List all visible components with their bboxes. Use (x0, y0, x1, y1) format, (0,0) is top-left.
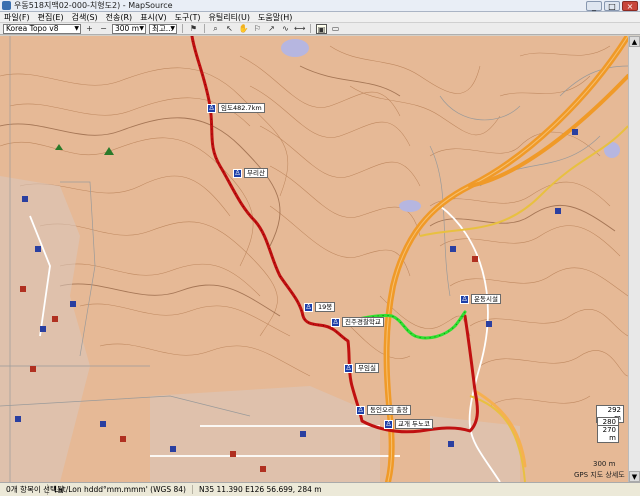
chevron-down-icon: ▼ (74, 24, 79, 32)
hiker-icon: ♙ (304, 302, 313, 312)
map-select-tool-icon[interactable]: ▣ (316, 23, 327, 34)
waypoint-6[interactable]: ♙ 동인오리 출장 (356, 405, 411, 415)
coordinate-format: Lat/Lon hddd°mm.mmm' (WGS 84) (48, 485, 193, 494)
map-layer (0, 36, 628, 482)
index-contours (0, 65, 616, 317)
waypoint-2[interactable]: ♙ 부리산 (233, 168, 268, 178)
menu-bar: 파일(F) 편집(E) 검색(S) 전송(R) 표시(V) 도구(T) 유틸리티… (0, 12, 640, 23)
zoom-level-value: 300 m (115, 23, 140, 33)
hiker-icon: ♙ (207, 103, 216, 113)
flag-icon[interactable]: ⚑ (188, 24, 199, 34)
title-bar: 우동518지맥02-000-치형도2) - MapSource _ □ × (0, 0, 640, 12)
map-product-value: Korea Topo v8 (6, 23, 59, 33)
hiker-icon: ♙ (344, 363, 353, 373)
menu-tools[interactable]: 도구(T) (171, 12, 205, 23)
waypoint-label: 무임실 (355, 363, 379, 373)
map-canvas[interactable]: ♙ 임도482.7km ♙ 부리산 ♙ 19봉 ♙ 진주경찰학교 ♙ 무임실 ♙… (0, 36, 628, 482)
water-bodies (281, 39, 620, 212)
toolbar-separator (182, 24, 183, 33)
contour-lines (0, 45, 628, 407)
toolbar-separator (310, 24, 311, 33)
waypoint-1[interactable]: ♙ 임도482.7km (207, 103, 265, 113)
waypoint-label: 진주경찰학교 (342, 317, 384, 327)
detail-level-select[interactable]: 최고... ▼ (149, 23, 177, 34)
expressway-centerline (386, 36, 628, 482)
hiker-icon: ♙ (356, 405, 365, 415)
scroll-up-icon[interactable]: ▲ (629, 36, 640, 47)
chevron-down-icon: ▼ (170, 24, 175, 32)
waypoint-5[interactable]: ♙ 무임실 (344, 363, 379, 373)
measure-tool-icon[interactable]: ▭ (330, 24, 341, 34)
scroll-down-icon[interactable]: ▼ (629, 471, 640, 482)
waypoint-label: 19봉 (315, 302, 336, 312)
menu-help[interactable]: 도움말(H) (254, 12, 296, 23)
zoom-out-button[interactable]: − (98, 24, 109, 34)
route-tool-icon[interactable]: ↗ (266, 24, 277, 34)
hiker-icon: ♙ (233, 168, 242, 178)
hand-tool-icon[interactable]: ✋ (238, 24, 249, 34)
close-button[interactable]: × (622, 1, 638, 11)
tree-icon (55, 144, 63, 150)
track-red-dots (191, 36, 349, 342)
map-product-select[interactable]: Korea Topo v8 ▼ (3, 23, 81, 34)
select-tool-icon[interactable]: ↖ (224, 24, 235, 34)
menu-edit[interactable]: 편집(E) (34, 12, 68, 23)
track-tool-icon[interactable]: ∿ (280, 24, 291, 34)
minimize-button[interactable]: _ (586, 1, 602, 11)
window-title: 우동518지맥02-000-치형도2) - MapSource (14, 1, 173, 10)
zoom-in-button[interactable]: + (84, 24, 95, 34)
hiker-icon: ♙ (384, 419, 393, 429)
waypoint-3[interactable]: ♙ 19봉 (304, 302, 336, 312)
maximize-button[interactable]: □ (604, 1, 620, 11)
waypoint-8[interactable]: ♙ 운동시설 (460, 294, 501, 304)
zoom-level-select[interactable]: 300 m ▼ (112, 23, 146, 34)
zoom-tool-icon[interactable]: ⌕ (210, 24, 221, 34)
selection-count: 0개 항목이 선택됨 (0, 484, 64, 495)
menu-transfer[interactable]: 전송(R) (102, 12, 137, 23)
waypoint-label: 동인오리 출장 (367, 405, 411, 415)
waypoint-label: 교개 두노코 (395, 419, 433, 429)
menu-file[interactable]: 파일(F) (0, 12, 34, 23)
mapsource-app-icon (2, 1, 11, 10)
hiker-icon: ♙ (460, 294, 469, 304)
waypoint-label: 부리산 (244, 168, 268, 178)
status-bar: 0개 항목이 선택됨 Lat/Lon hddd°mm.mmm' (WGS 84)… (0, 482, 640, 496)
menu-utilities[interactable]: 유틸리티(U) (204, 12, 254, 23)
cursor-position: N35 11.390 E126 56.699, 284 m (198, 485, 322, 494)
distance-tool-icon[interactable]: ⟷ (294, 24, 305, 34)
toolbar-separator (204, 24, 205, 33)
waypoint-label: 임도482.7km (218, 103, 265, 113)
waypoint-4[interactable]: ♙ 진주경찰학교 (331, 317, 384, 327)
toolbar: Korea Topo v8 ▼ + − 300 m ▼ 최고... ▼ ⚑ ⌕ ↖ ✋… (0, 23, 640, 35)
expressway (383, 36, 628, 482)
menu-search[interactable]: 검색(S) (68, 12, 102, 23)
waypoint-label: 운동시설 (471, 294, 501, 304)
hiker-icon: ♙ (331, 317, 340, 327)
map-scale: 300 m (591, 460, 618, 468)
tree-icon (104, 147, 114, 155)
elevation-label: 270 m (597, 425, 619, 443)
gps-detail-caption: GPS 지도 상세도 (572, 470, 627, 480)
urban-areas (0, 176, 520, 482)
menu-view[interactable]: 표시(V) (136, 12, 170, 23)
vertical-scrollbar[interactable]: ▲ ▼ (628, 36, 640, 482)
chevron-down-icon: ▼ (139, 24, 144, 32)
waypoint-tool-icon[interactable]: ⚐ (252, 24, 263, 34)
waypoint-7[interactable]: ♙ 교개 두노코 (384, 419, 433, 429)
